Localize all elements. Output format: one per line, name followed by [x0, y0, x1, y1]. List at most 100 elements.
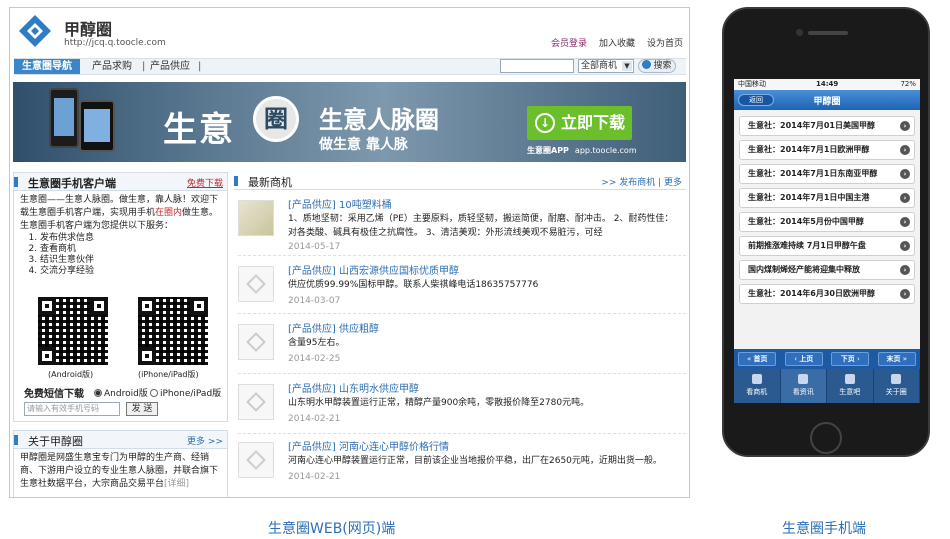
news-links[interactable]: >> 发布商机 | 更多 — [601, 175, 682, 188]
list-item: 结识生意伙伴 — [40, 255, 221, 266]
news-header: 最新商机 >> 发布商机 | 更多 — [234, 172, 686, 190]
chevron-right-icon: › — [900, 241, 910, 251]
list-item: 查看商机 — [40, 244, 221, 255]
about-more-link[interactable]: 更多 >> — [187, 434, 223, 447]
sms-send-button[interactable]: 发 送 — [126, 402, 158, 416]
item-description: 供应优质99.99%国标甲醇。联系人柴祺峰电话18635757776 — [288, 280, 539, 290]
chevron-right-icon: › — [900, 217, 910, 227]
free-download-link[interactable]: 免费下载 — [187, 176, 223, 189]
item-title-link[interactable]: [产品供应] 山西宏源供应国标优质甲醇 — [288, 262, 459, 277]
placeholder-thumbnail[interactable] — [238, 442, 274, 478]
banner-app-label: 生意圈APP app.toocle.com — [527, 146, 637, 155]
pager-prev-button[interactable]: ‹ 上页 — [784, 352, 823, 366]
pager-next-button[interactable]: 下页 › — [831, 352, 870, 366]
list-item[interactable]: 生意社：2014年7月1日中国主港 › — [739, 188, 915, 208]
speaker-icon — [808, 31, 848, 35]
list-item: 发布供求信息 — [40, 233, 221, 244]
nav-item-purchase[interactable]: 产品求购 — [92, 59, 132, 74]
logo-icon — [18, 14, 52, 48]
item-date: 2014-02-25 — [288, 354, 341, 364]
client-intro: 生意圈——生意人脉圈。做生意，靠人脉！欢迎下载生意圈手机客户端，实现用手机在圈内… — [14, 191, 227, 280]
placeholder-thumbnail[interactable] — [238, 384, 274, 420]
banner-download-button[interactable]: ↓ 立即下载 — [527, 106, 632, 140]
news-icon — [798, 374, 809, 384]
list-item[interactable]: 生意社：2014年7月1日东南亚甲醇 › — [739, 164, 915, 184]
status-time: 14:49 — [816, 80, 839, 88]
list-item[interactable]: 前期推涨难持续 7月1日甲醇午盘 › — [739, 236, 915, 256]
search-category-select[interactable]: 全部商机 ▼ — [578, 59, 634, 73]
item-date: 2014-05-17 — [288, 242, 341, 252]
placeholder-thumbnail[interactable] — [238, 266, 274, 302]
about-detail-link[interactable]: [详细] — [164, 479, 189, 489]
product-thumbnail[interactable] — [238, 200, 274, 236]
item-title-link[interactable]: [产品供应] 河南心连心甲醇价格行情 — [288, 438, 449, 453]
banner-app-url: app.toocle.com — [574, 146, 637, 155]
item-date: 2014-03-07 — [288, 296, 341, 306]
item-title-link[interactable]: [产品供应] 山东明水供应甲醇 — [288, 380, 419, 395]
tab-about[interactable]: 关于圈 — [874, 369, 920, 403]
placeholder-thumbnail[interactable] — [238, 324, 274, 360]
search-button[interactable]: 搜索 — [638, 59, 676, 73]
phone-news-list: 生意社：2014年7月01日美国甲醇 › 生意社：2014年7月1日欧洲甲醇 › 生… — [734, 110, 920, 314]
list-item: [产品供应] 供应粗醇 含量95左右。 2014-02-25 — [238, 318, 686, 374]
client-box-title: 生意圈手机客户端 — [28, 177, 116, 190]
banner-big-text: 生意 — [163, 110, 235, 150]
item-title-link[interactable]: [产品供应] 10吨塑料桶 — [288, 196, 392, 211]
add-favorite-link[interactable]: 加入收藏 — [599, 36, 635, 49]
chevron-right-icon: › — [900, 121, 910, 131]
about-box-title: 关于甲醇圈 — [28, 435, 83, 448]
item-description: 山东明水甲醇装置运行正常，精醇产量900余吨，零散报价降至2780元吨。 — [288, 398, 590, 408]
site-title: 甲醇圈 — [64, 20, 113, 39]
chevron-right-icon: › — [900, 289, 910, 299]
tab-news[interactable]: 看资讯 — [780, 369, 827, 403]
chevron-right-icon: › — [900, 193, 910, 203]
tab-opportunities[interactable]: 看商机 — [734, 369, 781, 403]
list-item: [产品供应] 河南心连心甲醇价格行情 河南心连心甲醇装置运行正常，目前该企业当地… — [238, 436, 686, 496]
list-item: [产品供应] 山西宏源供应国标优质甲醇 供应优质99.99%国标甲醇。联系人柴祺… — [238, 260, 686, 314]
client-box: 生意圈手机客户端 免费下载 生意圈——生意人脉圈。做生意，靠人脉！欢迎下载生意圈… — [13, 172, 228, 422]
battery-label: 72% — [900, 80, 916, 88]
search-input[interactable] — [500, 59, 574, 73]
item-title-link[interactable]: [产品供应] 供应粗醇 — [288, 320, 379, 335]
list-item[interactable]: 生意社：2014年7月1日欧洲甲醇 › — [739, 140, 915, 160]
phone-tab-bar: 看商机 看资讯 生意吧 关于圈 — [734, 369, 920, 403]
carrier-label: 中国移动 — [738, 80, 766, 88]
about-text: 甲醇圈是网盛生意宝专门为甲醇的生产商、经销商、下游用户设立的专业生意人脉圈，并联… — [20, 453, 219, 489]
item-description: 1、质地坚韧：采用乙烯（PE）主要原料，质轻坚韧，搬运简便，耐磨、耐冲击。 2、… — [288, 214, 674, 238]
camera-icon — [796, 29, 803, 36]
banner-subtitle: 做生意 靠人脉 — [319, 137, 408, 153]
client-box-header: 生意圈手机客户端 免费下载 — [14, 173, 227, 191]
phone-number-input[interactable]: 请输入有效手机号码 — [24, 402, 120, 416]
chevron-right-icon: › — [900, 169, 910, 179]
search-category-value: 全部商机 — [581, 61, 618, 71]
login-link[interactable]: 会员登录 — [551, 36, 587, 49]
list-item[interactable]: 生意社：2014年7月01日美国甲醇 › — [739, 116, 915, 136]
home-button[interactable] — [810, 422, 842, 454]
list-item[interactable]: 国内煤制烯烃产能将迎集中释放 › — [739, 260, 915, 280]
nav-separator: | — [142, 61, 146, 72]
set-homepage-link[interactable]: 设为首页 — [647, 36, 683, 49]
pager-last-button[interactable]: 末页 » — [877, 352, 916, 366]
phone-mockup: 中国移动 14:49 72% 返回 甲醇圈 生意社：2014年7月01日美国甲醇… — [722, 7, 930, 457]
user-icon — [891, 374, 902, 384]
qr-code-android — [38, 297, 108, 365]
tab-forum[interactable]: 生意吧 — [827, 369, 874, 403]
nav-separator: | — [198, 61, 202, 72]
radio-iphone[interactable]: iPhone/iPad版 — [150, 386, 221, 399]
status-bar: 中国移动 14:49 72% — [734, 79, 920, 90]
nav-item-supply[interactable]: 产品供应 — [150, 59, 190, 74]
list-item: [产品供应] 10吨塑料桶 1、质地坚韧：采用乙烯（PE）主要原料，质轻坚韧，搬… — [238, 194, 686, 256]
list-item[interactable]: 生意社：2014年5月份中国甲醇 › — [739, 212, 915, 232]
item-date: 2014-02-21 — [288, 414, 341, 424]
phone-title-bar: 返回 甲醇圈 — [734, 90, 920, 110]
promo-banner[interactable]: 生意 圈 生意人脉圈 做生意 靠人脉 ↓ 立即下载 生意圈APP app.toocl… — [13, 82, 686, 162]
sms-title: 免费短信下载 — [24, 389, 84, 400]
radio-android[interactable]: Android版 — [94, 386, 148, 399]
item-date: 2014-02-21 — [288, 472, 341, 482]
nav-item-guide[interactable]: 生意圈导航 — [14, 59, 80, 74]
qr-caption-android: (Android版) — [48, 370, 94, 379]
banner-download-label: 立即下载 — [561, 113, 626, 132]
list-item[interactable]: 生意社：2014年6月30日欧洲甲醇 › — [739, 284, 915, 304]
pager-first-button[interactable]: « 首页 — [738, 352, 777, 366]
about-box: 关于甲醇圈 更多 >> 甲醇圈是网盛生意宝专门为甲醇的生产商、经销商、下游用户设… — [13, 430, 228, 497]
